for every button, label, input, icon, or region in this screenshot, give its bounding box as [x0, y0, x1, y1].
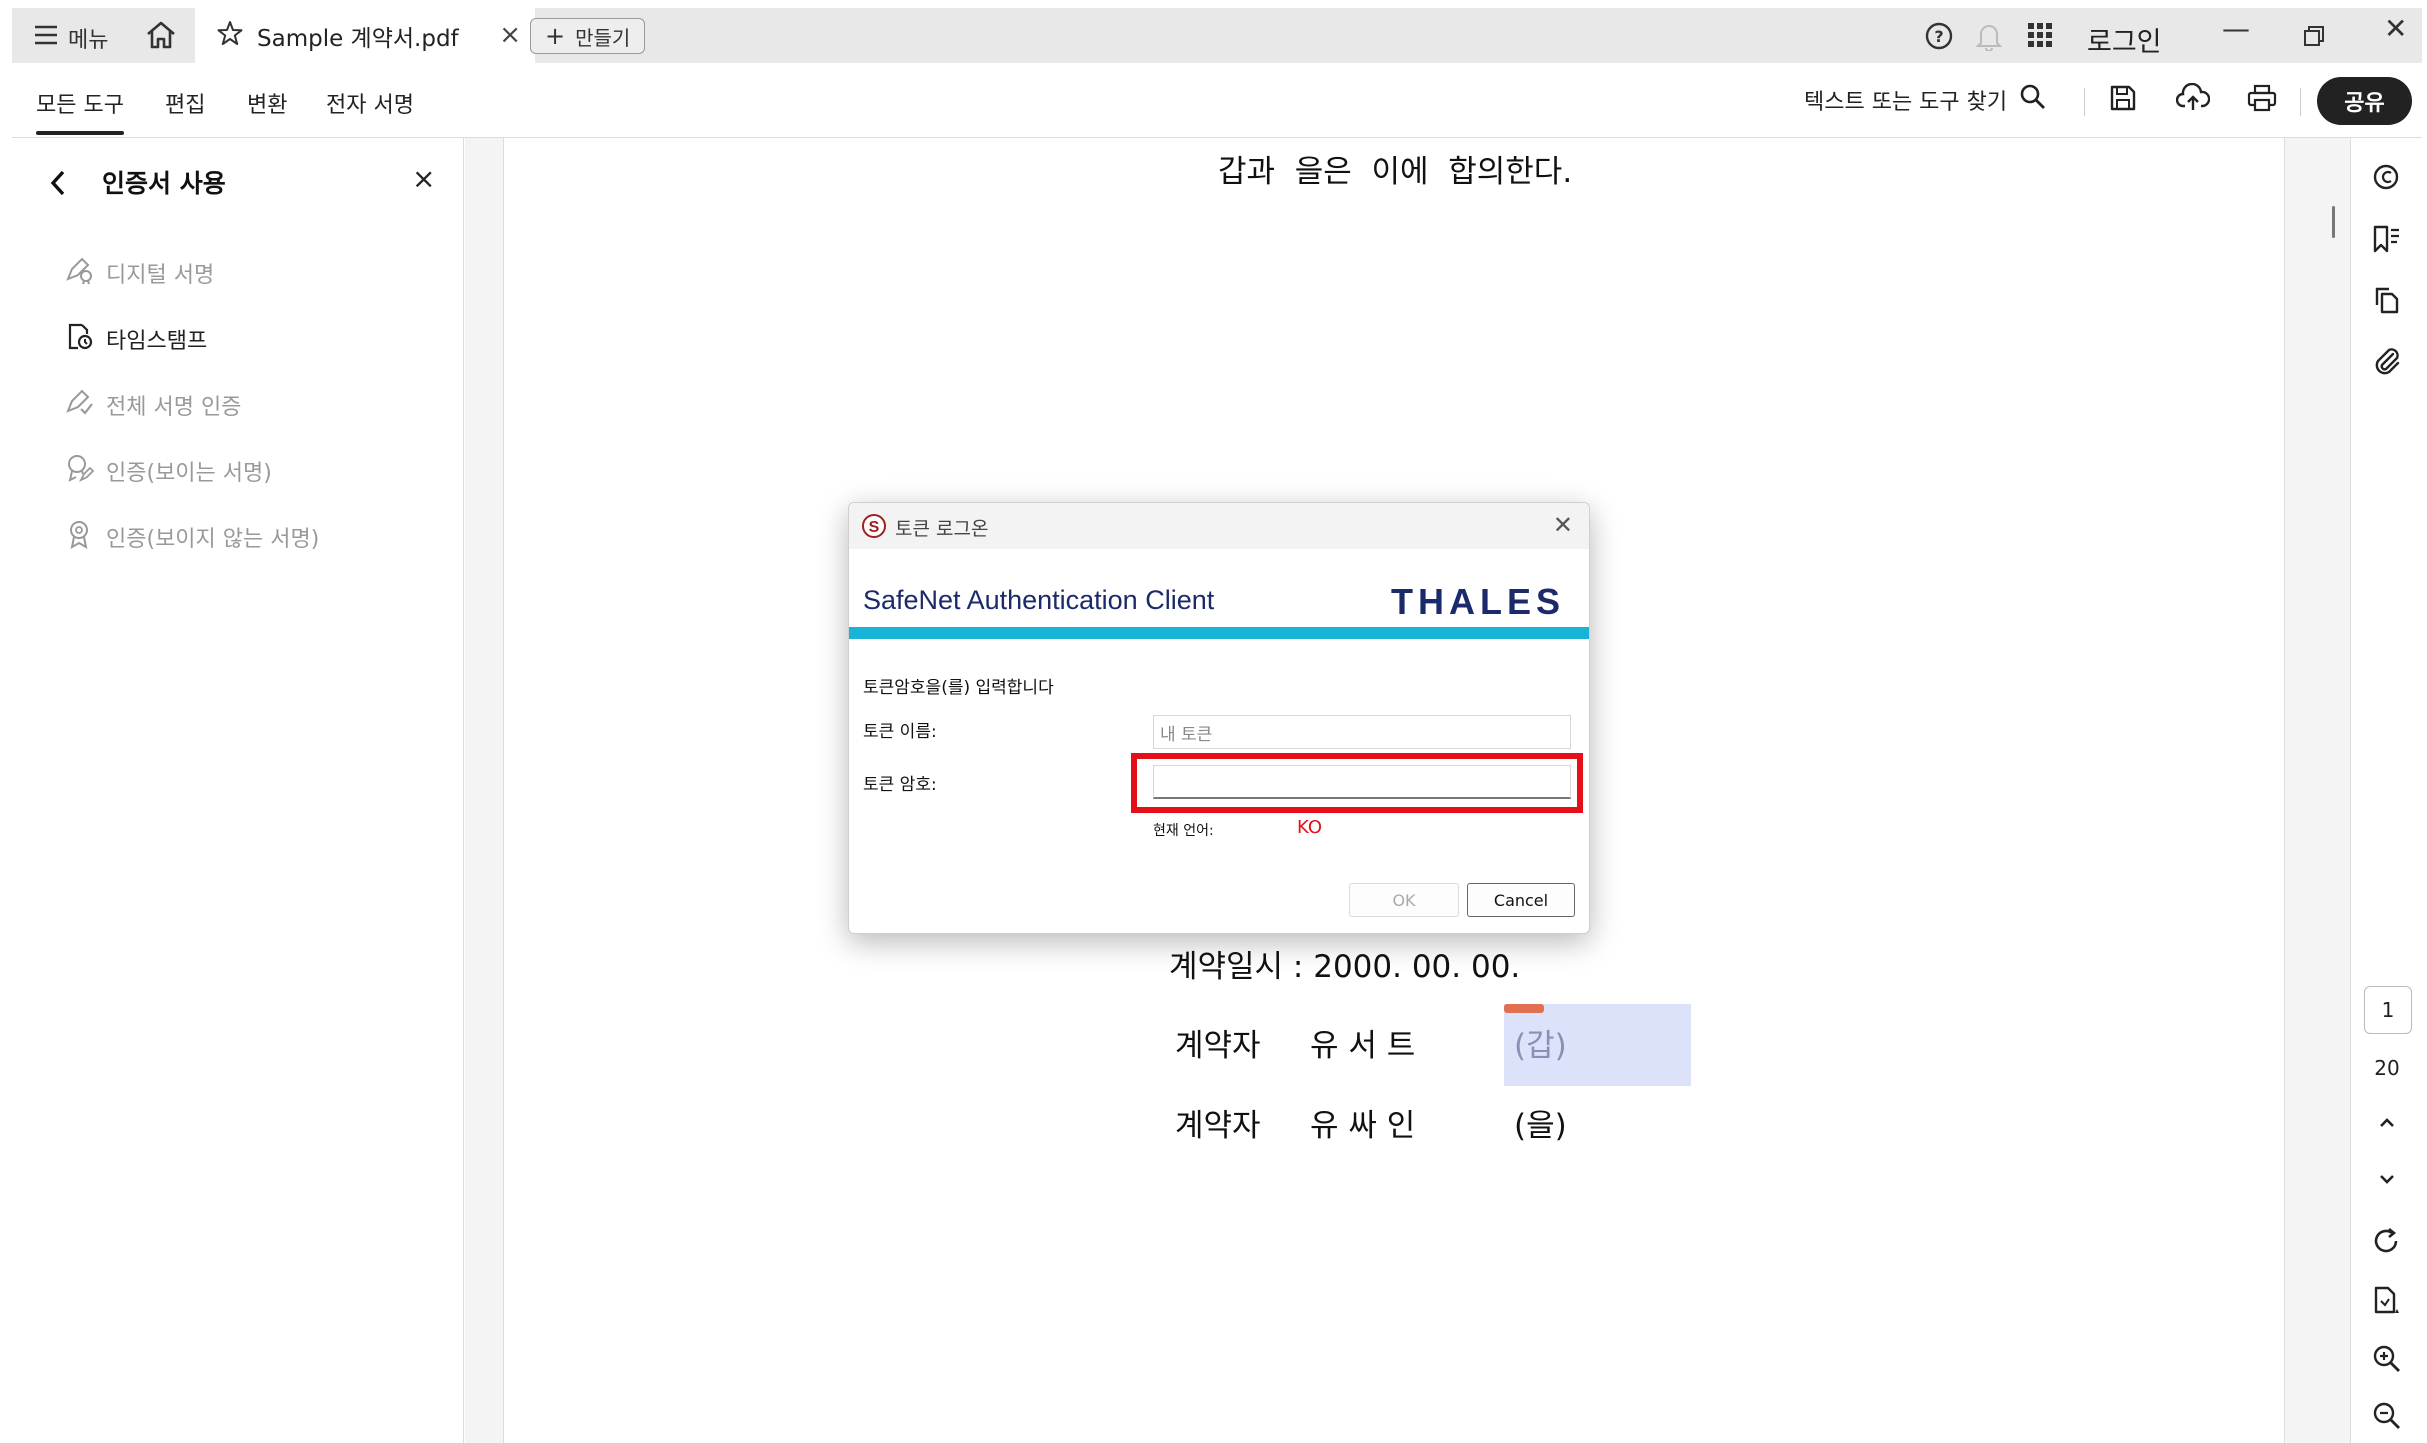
close-tab-icon[interactable]: × [499, 20, 521, 50]
panel-title: 인증서 사용 [102, 169, 226, 198]
brand-stripe [849, 627, 1589, 639]
chevron-up-icon[interactable] [2375, 1110, 2399, 1138]
cancel-button[interactable]: Cancel [1467, 883, 1575, 917]
window-close-icon[interactable]: ✕ [2384, 12, 2407, 45]
signature-field-marker [1504, 1004, 1544, 1013]
panel-item-label: 전체 서명 인증 [106, 395, 242, 420]
certify-visible-icon [64, 453, 95, 489]
certify-all-icon [64, 387, 94, 423]
star-icon[interactable] [217, 20, 243, 52]
certificate-panel: 인증서 사용 × 디지털 서명 타임스탬프 전체 서명 인증 인증(보이는 서명… [12, 138, 464, 1443]
tab-convert[interactable]: 변환 [247, 87, 287, 119]
save-icon[interactable] [2108, 83, 2138, 117]
token-password-label: 토큰 암호: [863, 775, 937, 795]
dialog-title: 토큰 로그온 [895, 518, 989, 540]
safenet-logo-icon: S [861, 513, 887, 543]
zoom-in-icon[interactable] [2371, 1344, 2403, 1378]
contract-date-text: 계약일시 : 2000. 00. 00. [1169, 949, 1521, 985]
total-pages: 20 [2374, 1056, 2400, 1080]
plus-icon: + [545, 22, 566, 50]
panel-item-certify-all[interactable]: 전체 서명 인증 [64, 387, 241, 423]
dialog-titlebar[interactable]: S 토큰 로그온 ✕ [849, 503, 1589, 549]
hamburger-icon [34, 25, 58, 51]
restore-icon[interactable] [2302, 22, 2326, 55]
party2-role: (을) [1514, 1108, 1567, 1144]
token-logon-dialog: S 토큰 로그온 ✕ SafeNet Authentication Client… [848, 502, 1590, 934]
panel-item-label: 인증(보이는 서명) [106, 461, 272, 486]
apps-grid-icon[interactable] [2026, 21, 2054, 49]
panel-item-timestamp[interactable]: 타임스탬프 [64, 321, 207, 357]
svg-text:?: ? [1934, 27, 1943, 46]
digital-sign-icon [64, 255, 94, 291]
attachment-icon[interactable] [2371, 346, 2403, 380]
minimize-icon[interactable]: — [2222, 12, 2250, 45]
ok-button[interactable]: OK [1349, 883, 1459, 917]
search-tools-label: 텍스트 또는 도구 찾기 [1804, 90, 2008, 115]
panel-close-icon[interactable]: × [412, 162, 435, 195]
chevron-down-icon[interactable] [2375, 1168, 2399, 1196]
panel-item-digital-sign[interactable]: 디지털 서명 [64, 255, 214, 291]
party1-role: (갑) [1514, 1028, 1567, 1064]
top-toolbar: 모든 도구 편집 변환 전자 서명 텍스트 또는 도구 찾기 공유 [12, 63, 2422, 138]
panel-item-label: 타임스탬프 [106, 329, 208, 354]
create-label: 만들기 [575, 25, 631, 50]
dialog-prompt: 토큰암호을(를) 입력합니다 [863, 678, 1054, 698]
current-page-input[interactable]: 1 [2364, 986, 2412, 1034]
tab-edit[interactable]: 편집 [165, 87, 205, 119]
print-icon[interactable] [2246, 83, 2278, 117]
party2-name: 유 싸 인 [1310, 1108, 1416, 1144]
toolbar-divider [2300, 88, 2301, 116]
vendor-logo: THALES [1391, 581, 1565, 622]
copy-pages-icon[interactable] [2371, 285, 2403, 319]
current-language-label: 현재 언어: [1153, 823, 1214, 839]
menu-label: 메뉴 [68, 28, 109, 53]
panel-item-certify-invisible[interactable]: 인증(보이지 않는 서명) [64, 519, 319, 555]
comment-icon[interactable] [2371, 163, 2403, 197]
dialog-brand: SafeNet Authentication Client [863, 585, 1215, 615]
panel-item-label: 디지털 서명 [106, 263, 215, 288]
right-rail: 1 20 [2350, 138, 2422, 1443]
cloud-upload-icon[interactable] [2175, 82, 2211, 117]
timestamp-icon [64, 321, 94, 357]
party1-label: 계약자 [1175, 1028, 1261, 1064]
page-display-icon[interactable] [2371, 1285, 2403, 1321]
login-button[interactable]: 로그인 [2087, 20, 2162, 59]
party1-name: 유 서 트 [1310, 1028, 1416, 1064]
search-tools-button[interactable]: 텍스트 또는 도구 찾기 [1804, 83, 2047, 117]
tab-all-tools[interactable]: 모든 도구 [36, 87, 124, 135]
dialog-close-icon[interactable]: ✕ [1553, 511, 1573, 539]
tab-e-sign[interactable]: 전자 서명 [326, 87, 414, 119]
svg-text:S: S [869, 519, 880, 536]
certify-invisible-icon [64, 519, 94, 555]
panel-item-label: 인증(보이지 않는 서명) [106, 527, 320, 552]
search-icon [2019, 83, 2047, 117]
password-highlight-box [1131, 753, 1583, 813]
create-button[interactable]: + 만들기 [530, 18, 646, 54]
token-name-field[interactable] [1153, 715, 1571, 749]
rotate-icon[interactable] [2371, 1226, 2403, 1260]
bookmark-icon[interactable] [2371, 224, 2403, 258]
token-name-label: 토큰 이름: [863, 722, 937, 742]
share-button[interactable]: 공유 [2317, 77, 2412, 125]
tab-strip: 메뉴 Sample 계약서.pdf × + 만들기 ? 로그인 — ✕ [12, 8, 2422, 63]
zoom-out-icon[interactable] [2371, 1401, 2403, 1435]
party2-label: 계약자 [1175, 1108, 1261, 1144]
document-text-line: 갑과 을은 이에 합의한다. [1218, 154, 1573, 190]
help-icon[interactable]: ? [1924, 21, 1954, 51]
vertical-scrollbar[interactable] [2332, 206, 2335, 238]
document-tab-title: Sample 계약서.pdf [257, 25, 459, 52]
bell-icon[interactable] [1975, 21, 2003, 51]
current-language-value: KO [1297, 817, 1322, 838]
home-icon[interactable] [145, 20, 177, 54]
panel-item-certify-visible[interactable]: 인증(보이는 서명) [64, 453, 272, 489]
menu-button[interactable]: 메뉴 [34, 22, 108, 54]
toolbar-divider [2084, 88, 2085, 116]
back-arrow-icon[interactable] [47, 168, 69, 202]
document-tab[interactable]: Sample 계약서.pdf × [195, 8, 535, 63]
